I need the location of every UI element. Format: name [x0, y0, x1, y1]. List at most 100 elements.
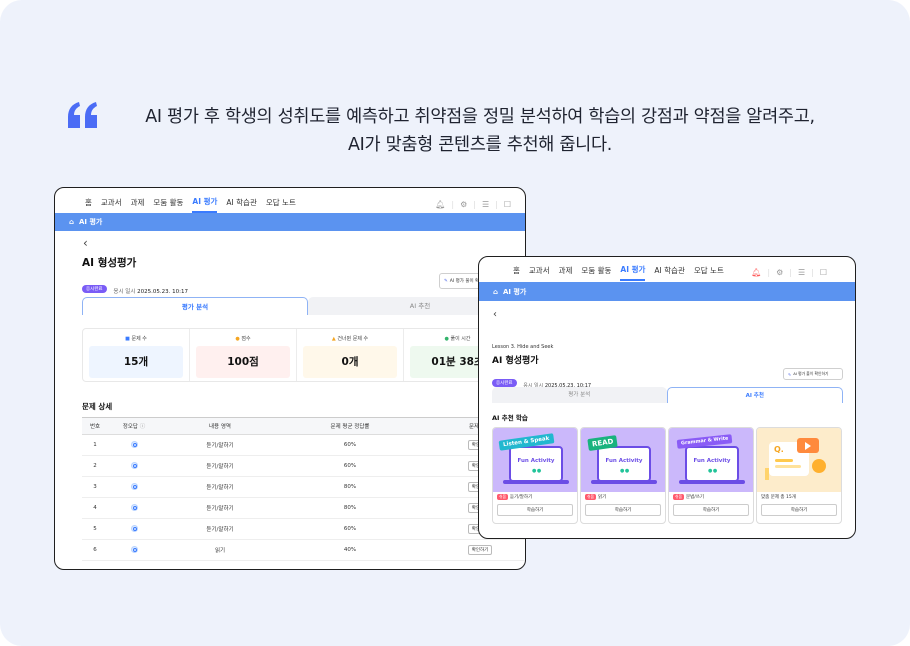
col-header-number: 번호	[89, 424, 101, 430]
check-button[interactable]: 확인하기	[467, 545, 493, 555]
study-button[interactable]: 학습하기	[585, 504, 661, 516]
headline-line-1: AI 평가 후 학생의 성취도를 예측하고 취약점을 정밀 분석하여 학습의 강…	[145, 107, 815, 127]
nav-ai-evaluation[interactable]: AI 평가	[620, 264, 646, 281]
correct-circle-icon	[130, 545, 138, 553]
tab-ai-recommend[interactable]: AI 추천	[666, 387, 843, 403]
stat-value: 100점	[196, 346, 290, 378]
card-label: 맞춤 문제 총 15개	[761, 495, 796, 500]
correct-circle-icon	[130, 524, 138, 532]
top-nav: 홈 교과서 과제 모둠 활동 AI 평가 AI 학습관 오답 노트 🔔︎ | ⚙ |…	[513, 264, 827, 281]
meta-value: 2025.05.23. 10:17	[137, 289, 188, 295]
cell-number: 6	[93, 547, 97, 553]
book-icon: ■	[125, 336, 130, 342]
col-header-area: 내용 영역	[209, 424, 231, 430]
cell-number: 4	[93, 505, 97, 511]
cell-correct	[108, 482, 160, 492]
bell-icon[interactable]: 🔔︎	[751, 268, 761, 277]
nav-assignment[interactable]: 과제	[131, 197, 145, 212]
info-icon[interactable]: ⓘ	[140, 424, 146, 430]
table-row: 2듣기/말하기60%확인하기	[82, 456, 525, 477]
cell-correct	[108, 524, 160, 534]
nav-home[interactable]: 홈	[85, 197, 92, 212]
page-header-title: AI 평가	[503, 287, 527, 296]
page-header-bar: ⌂ AI 평가	[479, 282, 855, 301]
recommend-card-listen-speak[interactable]: Fun Activity ●● Listen & Speak 쉬움 듣기/말하기 …	[492, 427, 578, 524]
home-icon[interactable]: ⌂	[69, 218, 74, 226]
status-badge: 응시완료	[492, 378, 517, 387]
nav-ai-learning[interactable]: AI 학습관	[654, 265, 684, 280]
recommend-card-read[interactable]: Fun Activity ●● READ 쉬움 읽기 학습하기	[580, 427, 666, 524]
headline: AI 평가 후 학생의 성취도를 예측하고 취약점을 정밀 분석하여 학습의 강…	[100, 103, 860, 159]
cell-area: 듣기/말하기	[206, 485, 234, 491]
ai-solution-button[interactable]: ✎ AI 평가 풀이 확인하기	[783, 368, 843, 380]
stat-label: 점수	[241, 336, 251, 342]
table-row: 1듣기/말하기60%확인하기	[82, 435, 525, 456]
document-icon[interactable]: ☐	[820, 268, 827, 277]
cell-area: 듣기/말하기	[206, 527, 234, 533]
meta-label: 응시 일시	[113, 289, 136, 295]
stat-label: 건너뛴 문제 수	[337, 336, 369, 342]
study-button[interactable]: 학습하기	[673, 504, 749, 516]
cell-area: 듣기/말하기	[206, 443, 234, 449]
study-button[interactable]: 학습하기	[497, 504, 573, 516]
card-illustration: Fun Activity ●● READ	[581, 428, 665, 492]
study-button[interactable]: 학습하기	[761, 504, 837, 516]
nav-wrong-notes[interactable]: 오답 노트	[694, 265, 724, 280]
nav-ai-learning[interactable]: AI 학습관	[226, 197, 256, 212]
cell-rate: 60%	[343, 463, 357, 469]
section-title: 문제 상세	[82, 402, 113, 411]
stat-value: 15개	[89, 346, 183, 378]
message-icon[interactable]: ☰	[798, 268, 805, 277]
cell-area: 듣기/말하기	[206, 506, 234, 512]
cell-rate: 80%	[343, 484, 357, 490]
page-header-title: AI 평가	[79, 218, 103, 226]
nav-icons: 🔔︎ | ⚙ | ☰ | ☐	[751, 268, 827, 277]
warning-icon: ▲	[331, 336, 336, 342]
card-label: 읽기	[598, 495, 607, 500]
nav-group-activity[interactable]: 모둠 활동	[153, 197, 183, 212]
nav-ai-evaluation[interactable]: AI 평가	[192, 196, 218, 213]
pencil-icon: ✎	[788, 371, 792, 377]
tab-bar: 평가 분석 AI 추천	[82, 297, 525, 315]
nav-assignment[interactable]: 과제	[559, 265, 573, 280]
back-arrow-icon[interactable]: ‹	[83, 236, 88, 250]
message-icon[interactable]: ☰	[482, 200, 489, 209]
cell-number: 1	[93, 442, 97, 448]
cell-correct	[108, 461, 160, 471]
cell-correct	[108, 503, 160, 513]
screen-text: Fun Activity	[693, 458, 731, 464]
tab-analysis[interactable]: 평가 분석	[82, 297, 308, 315]
cell-number: 5	[93, 526, 97, 532]
recommend-card-custom-questions[interactable]: Q. 맞춤 문제 총 15개 학습하기	[756, 427, 842, 524]
nav-textbook[interactable]: 교과서	[529, 265, 550, 280]
table-header: 번호 정오답 ⓘ 내용 영역 문제 평균 정답률 문제 확인	[82, 417, 525, 435]
cell-number: 2	[93, 463, 97, 469]
nav-home[interactable]: 홈	[513, 265, 520, 280]
nav-group-activity[interactable]: 모둠 활동	[581, 265, 611, 280]
pencil-icon: ✎	[444, 278, 448, 284]
bell-icon[interactable]: 🔔︎	[435, 200, 445, 209]
section-title: AI 추천 학습	[492, 414, 528, 422]
card-label: 문법/쓰기	[686, 495, 705, 500]
col-header-rate: 문제 평균 정답률	[330, 424, 370, 430]
recommend-card-grammar-write[interactable]: Fun Activity ●● Grammar & Write 쉬움 문법/쓰기 …	[668, 427, 754, 524]
cell-area: 읽기	[214, 548, 226, 554]
back-arrow-icon[interactable]: ‹	[493, 309, 497, 320]
home-icon[interactable]: ⌂	[493, 288, 498, 296]
monitor-icon: Fun Activity ●●	[597, 446, 651, 482]
gear-icon[interactable]: ⚙	[776, 268, 783, 277]
level-tag: 쉬움	[673, 494, 684, 500]
gear-icon[interactable]: ⚙	[460, 200, 467, 209]
cell-rate: 40%	[343, 547, 357, 553]
dots-icon: ●●	[708, 468, 718, 474]
nav-textbook[interactable]: 교과서	[101, 197, 122, 212]
cell-correct	[108, 440, 160, 450]
stat-value: 0개	[303, 346, 397, 378]
document-icon[interactable]: ☐	[504, 200, 511, 209]
nav-wrong-notes[interactable]: 오답 노트	[266, 197, 296, 212]
tab-analysis[interactable]: 평가 분석	[492, 387, 667, 403]
table-row: 6 읽기 40% 확인하기	[82, 540, 525, 561]
monitor-icon: Fun Activity ●●	[685, 446, 739, 482]
cell-rate: 80%	[343, 505, 357, 511]
top-nav: 홈 교과서 과제 모둠 활동 AI 평가 AI 학습관 오답 노트 🔔︎ | ⚙ |…	[85, 196, 511, 213]
